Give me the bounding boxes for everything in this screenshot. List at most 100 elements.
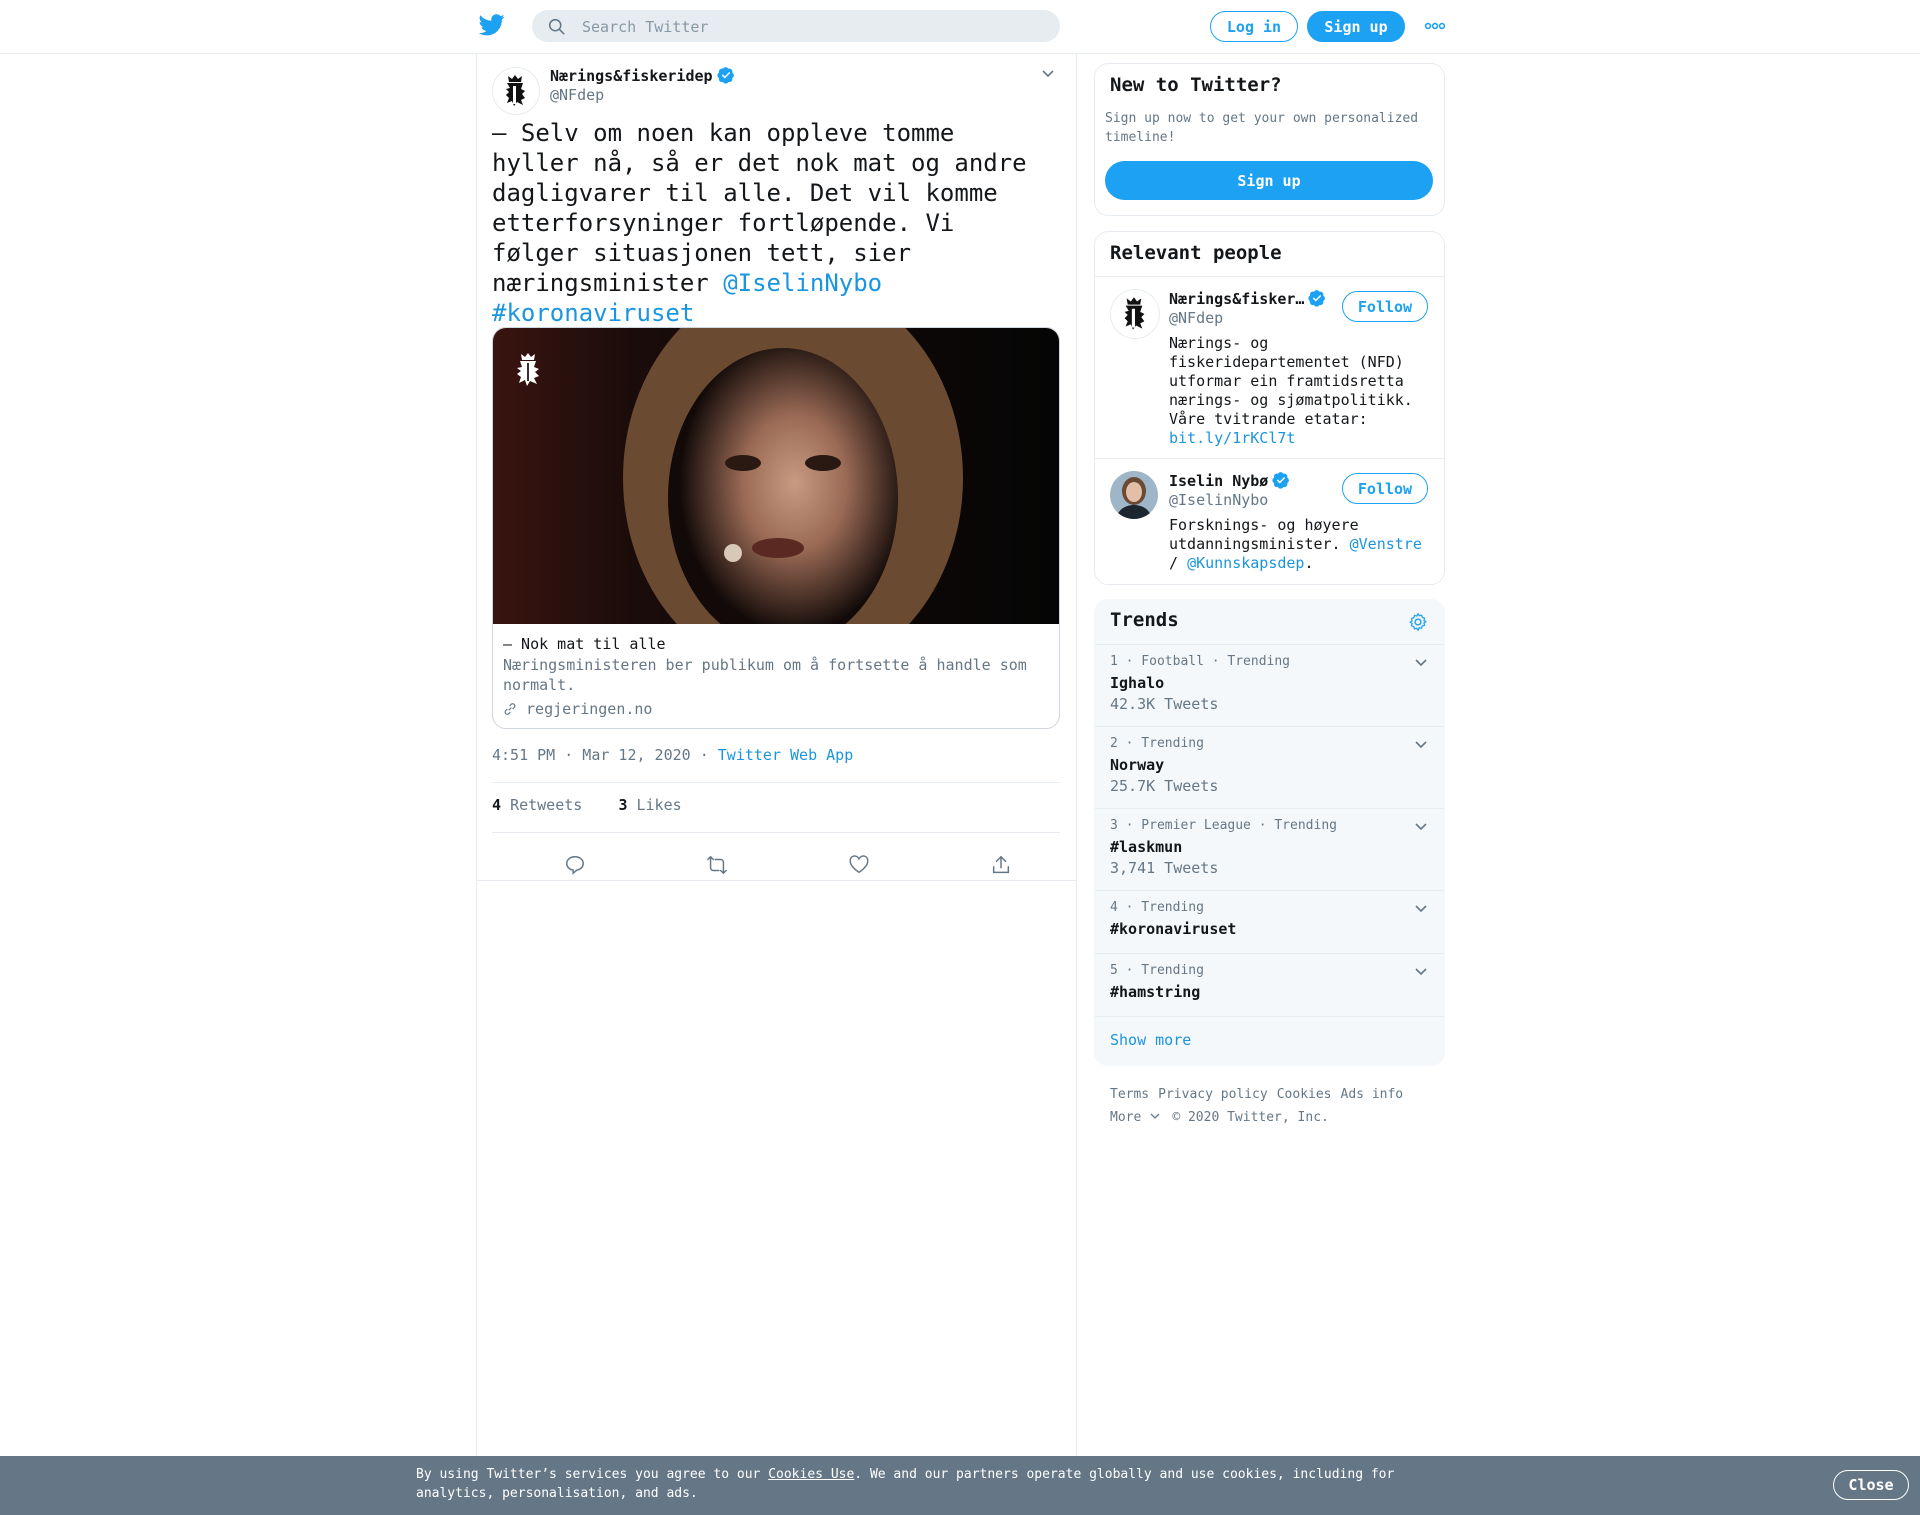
chevron-down-icon[interactable] [1414, 820, 1428, 834]
author-name-text[interactable]: Nærings&fiskeridep [550, 67, 713, 85]
tweet-meta: 4:51 PM · Mar 12, 2020 · Twitter Web App [492, 746, 853, 764]
trend-count: 3,741 Tweets [1110, 859, 1219, 877]
trend-name[interactable]: #laskmun [1110, 838, 1182, 856]
retweets-label: Retweets [510, 796, 583, 814]
link-card[interactable]: – Nok mat til alle Næringsministeren ber… [492, 327, 1060, 729]
bio-text: Forsknings- og høyere utdanningsminister… [1169, 516, 1359, 553]
panel-title: Relevant people [1110, 242, 1282, 264]
divider [1095, 458, 1444, 459]
person-avatar[interactable] [1110, 289, 1160, 339]
link-icon [504, 703, 516, 715]
footer-more-label[interactable]: More [1110, 1110, 1141, 1125]
tweet-timestamp[interactable]: 4:51 PM · Mar 12, 2020 [492, 746, 691, 764]
chevron-down-icon[interactable] [1414, 738, 1428, 752]
person-handle[interactable]: @NFdep [1169, 309, 1223, 327]
author-avatar[interactable] [492, 67, 540, 115]
chevron-down-icon[interactable] [1414, 965, 1428, 979]
trend-meta: 1 · Football · Trending [1110, 654, 1291, 669]
trend-count: 25.7K Tweets [1110, 777, 1219, 795]
share-icon[interactable] [990, 854, 1012, 876]
trend-item[interactable]: 2 · Trending Norway 25.7K Tweets [1095, 726, 1444, 808]
divider [492, 832, 1060, 833]
verified-badge-icon [1272, 472, 1290, 489]
trend-name[interactable]: #koronaviruset [1110, 920, 1236, 938]
card-title: – Nok mat til alle [503, 635, 666, 653]
bio-text: Nærings- og fiskeridepartementet (NFD) u… [1169, 334, 1413, 428]
person-name[interactable]: Iselin Nybø [1169, 471, 1290, 490]
meta-separator: · [690, 746, 718, 764]
sidebar-signup-button[interactable]: Sign up [1105, 161, 1433, 200]
bio-text: / [1169, 554, 1188, 572]
person-name[interactable]: Nærings&fisker… [1169, 289, 1326, 308]
trend-item[interactable]: 3 · Premier League · Trending #laskmun 3… [1095, 808, 1444, 890]
login-button[interactable]: Log in [1210, 11, 1298, 42]
trend-name[interactable]: Norway [1110, 756, 1164, 774]
bio-text: . [1304, 554, 1314, 572]
top-bar: Log in Sign up [0, 0, 1920, 54]
trend-meta: 4 · Trending [1110, 900, 1204, 915]
person-name-text[interactable]: Iselin Nybø [1169, 472, 1268, 490]
footer-link-privacy[interactable]: Privacy policy [1158, 1087, 1268, 1102]
footer-link-ads-info[interactable]: Ads info [1341, 1087, 1404, 1102]
show-more-link[interactable]: Show more [1110, 1031, 1191, 1049]
cookie-text-part: By using Twitter’s services you agree to… [416, 1467, 769, 1482]
trend-item[interactable]: 1 · Football · Trending Ighalo 42.3K Twe… [1095, 644, 1444, 726]
trend-item[interactable]: 4 · Trending #koronaviruset [1095, 890, 1444, 953]
more-dots-icon[interactable] [1424, 18, 1446, 34]
cookie-close-button[interactable]: Close [1833, 1470, 1909, 1500]
follow-button[interactable]: Follow [1342, 291, 1428, 322]
divider [1095, 1016, 1444, 1017]
trends-panel: Trends 1 · Football · Trending Ighalo 42… [1094, 599, 1445, 1066]
gear-icon[interactable] [1408, 612, 1428, 632]
mention-link[interactable]: @IselinNybo [723, 269, 882, 297]
footer-link-cookies[interactable]: Cookies [1277, 1087, 1332, 1102]
divider [492, 782, 1060, 783]
likes-count: 3 [618, 796, 628, 814]
like-icon[interactable] [848, 854, 870, 876]
trend-meta: 2 · Trending [1110, 736, 1204, 751]
trend-item[interactable]: 5 · Trending #hamstring [1095, 953, 1444, 1016]
tweet-actions [492, 844, 1060, 888]
chevron-down-icon[interactable] [1414, 656, 1428, 670]
hashtag-link[interactable]: #koronaviruset [492, 299, 694, 327]
divider [477, 880, 1076, 881]
cookies-use-link[interactable]: Cookies Use [768, 1467, 854, 1482]
tweet-source-link[interactable]: Twitter Web App [718, 746, 853, 764]
tweet-column: Nærings&fiskeridep @NFdep – Selv om noen… [476, 54, 1077, 1459]
relevant-people-panel: Relevant people Nærings&fisker… @NFdep F… [1094, 231, 1445, 585]
retweet-icon[interactable] [706, 854, 728, 876]
likes-stat[interactable]: 3 Likes [618, 796, 681, 814]
search-icon [548, 18, 565, 35]
person-bio: Forsknings- og høyere utdanningsminister… [1169, 516, 1439, 573]
author-handle[interactable]: @NFdep [550, 86, 604, 104]
footer-more-menu[interactable]: More [1110, 1110, 1160, 1125]
person-handle[interactable]: @IselinNybo [1169, 491, 1268, 509]
trend-meta: 5 · Trending [1110, 963, 1204, 978]
twitter-bird-icon[interactable] [479, 14, 505, 36]
reply-icon[interactable] [564, 854, 586, 876]
chevron-down-icon[interactable] [1414, 902, 1428, 916]
card-domain-text: regjeringen.no [526, 700, 653, 718]
retweets-stat[interactable]: 4 Retweets [492, 796, 582, 814]
panel-text: Sign up now to get your own personalized… [1105, 111, 1419, 145]
person-photo [1110, 471, 1158, 519]
bio-link[interactable]: bit.ly/1rKCl7t [1169, 429, 1295, 447]
follow-button[interactable]: Follow [1342, 473, 1428, 504]
signup-button[interactable]: Sign up [1307, 11, 1405, 42]
bio-link[interactable]: @Venstre [1350, 535, 1422, 553]
tweet-text: – Selv om noen kan oppleve tomme hyller … [492, 118, 1052, 328]
likes-label: Likes [636, 796, 682, 814]
author-name[interactable]: Nærings&fiskeridep [550, 66, 735, 85]
trend-name[interactable]: Ighalo [1110, 674, 1164, 692]
bio-link[interactable]: @Kunnskapsdep [1187, 554, 1304, 572]
search-input[interactable] [580, 10, 1044, 44]
person-avatar[interactable] [1110, 471, 1158, 519]
panel-title: Trends [1110, 609, 1179, 631]
search-box[interactable] [532, 10, 1060, 44]
trend-name[interactable]: #hamstring [1110, 983, 1200, 1001]
footer-link-terms[interactable]: Terms [1110, 1087, 1149, 1102]
chevron-down-icon[interactable] [1040, 66, 1056, 82]
card-image [493, 328, 1059, 624]
norway-lion-logo-icon [506, 75, 525, 106]
person-name-text[interactable]: Nærings&fisker… [1169, 290, 1304, 308]
